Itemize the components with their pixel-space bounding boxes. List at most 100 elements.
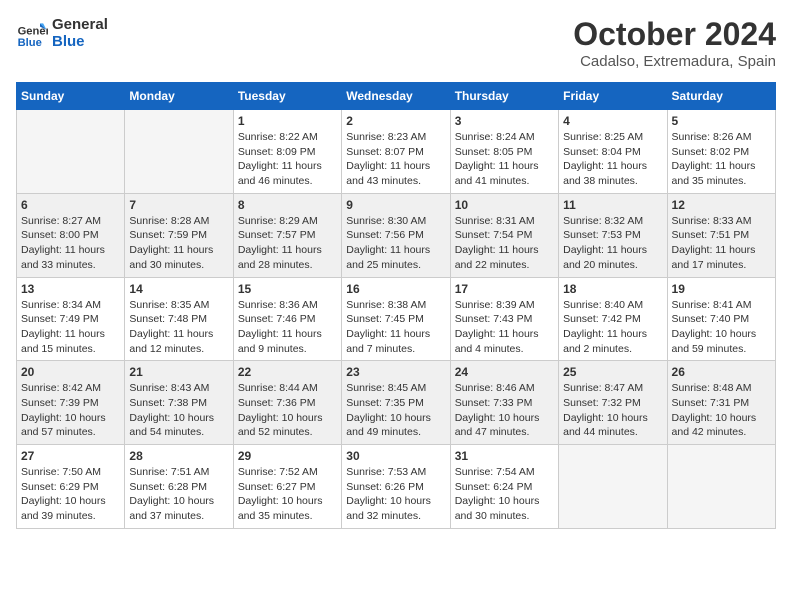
calendar-cell: 6 Sunrise: 8:27 AMSunset: 8:00 PMDaylight… [17, 193, 125, 277]
header-sunday: Sunday [17, 83, 125, 110]
day-number: 9 [346, 198, 445, 212]
day-number: 15 [238, 282, 337, 296]
day-number: 22 [238, 365, 337, 379]
calendar-cell: 18 Sunrise: 8:40 AMSunset: 7:42 PMDayligh… [559, 277, 667, 361]
day-number: 24 [455, 365, 554, 379]
day-info: Sunrise: 8:30 AMSunset: 7:56 PMDaylight:… [346, 214, 445, 273]
calendar-cell: 17 Sunrise: 8:39 AMSunset: 7:43 PMDayligh… [450, 277, 558, 361]
day-info: Sunrise: 8:28 AMSunset: 7:59 PMDaylight:… [129, 214, 228, 273]
location: Cadalso, Extremadura, Spain [573, 53, 776, 70]
calendar-cell [559, 445, 667, 529]
calendar-cell: 1 Sunrise: 8:22 AMSunset: 8:09 PMDaylight… [233, 110, 341, 194]
calendar-cell: 27Sunrise: 7:50 AMSunset: 6:29 PMDayligh… [17, 445, 125, 529]
day-info: Sunrise: 8:35 AMSunset: 7:48 PMDaylight:… [129, 298, 228, 357]
calendar-cell: 31 Sunrise: 7:54 AMSunset: 6:24 PMDayligh… [450, 445, 558, 529]
calendar-cell: 28Sunrise: 7:51 AMSunset: 6:28 PMDayligh… [125, 445, 233, 529]
calendar-cell: 21 Sunrise: 8:43 AMSunset: 7:38 PMDayligh… [125, 361, 233, 445]
calendar-cell: 20Sunrise: 8:42 AMSunset: 7:39 PMDayligh… [17, 361, 125, 445]
day-info: Sunrise: 8:31 AMSunset: 7:54 PMDaylight:… [455, 214, 554, 273]
day-info: Sunrise: 8:38 AMSunset: 7:45 PMDaylight:… [346, 298, 445, 357]
day-info: Sunrise: 8:46 AMSunset: 7:33 PMDaylight:… [455, 381, 554, 440]
header-monday: Monday [125, 83, 233, 110]
calendar-header-row: SundayMondayTuesdayWednesdayThursdayFrid… [17, 83, 776, 110]
day-number: 1 [238, 114, 337, 128]
logo: General Blue General Blue [16, 16, 108, 50]
day-info: Sunrise: 8:24 AMSunset: 8:05 PMDaylight:… [455, 130, 554, 189]
calendar-cell: 16 Sunrise: 8:38 AMSunset: 7:45 PMDayligh… [342, 277, 450, 361]
calendar-week-row: 20Sunrise: 8:42 AMSunset: 7:39 PMDayligh… [17, 361, 776, 445]
header-saturday: Saturday [667, 83, 775, 110]
calendar-cell: 8 Sunrise: 8:29 AMSunset: 7:57 PMDaylight… [233, 193, 341, 277]
day-number: 3 [455, 114, 554, 128]
day-number: 13 [21, 282, 120, 296]
day-info: Sunrise: 8:32 AMSunset: 7:53 PMDaylight:… [563, 214, 662, 273]
day-number: 21 [129, 365, 228, 379]
day-info: Sunrise: 8:45 AMSunset: 7:35 PMDaylight:… [346, 381, 445, 440]
calendar-cell: 11Sunrise: 8:32 AMSunset: 7:53 PMDayligh… [559, 193, 667, 277]
day-info: Sunrise: 8:36 AMSunset: 7:46 PMDaylight:… [238, 298, 337, 357]
month-title: October 2024 [573, 16, 776, 53]
day-number: 18 [563, 282, 662, 296]
calendar-cell: 22 Sunrise: 8:44 AMSunset: 7:36 PMDayligh… [233, 361, 341, 445]
calendar-week-row: 6 Sunrise: 8:27 AMSunset: 8:00 PMDaylight… [17, 193, 776, 277]
day-info: Sunrise: 8:34 AMSunset: 7:49 PMDaylight:… [21, 298, 120, 357]
day-info: Sunrise: 8:40 AMSunset: 7:42 PMDaylight:… [563, 298, 662, 357]
day-number: 25 [563, 365, 662, 379]
calendar-cell: 13 Sunrise: 8:34 AMSunset: 7:49 PMDayligh… [17, 277, 125, 361]
day-info: Sunrise: 8:22 AMSunset: 8:09 PMDaylight:… [238, 130, 337, 189]
day-info: Sunrise: 8:23 AMSunset: 8:07 PMDaylight:… [346, 130, 445, 189]
day-number: 23 [346, 365, 445, 379]
day-number: 5 [672, 114, 771, 128]
day-number: 29 [238, 449, 337, 463]
calendar-cell: 5 Sunrise: 8:26 AMSunset: 8:02 PMDaylight… [667, 110, 775, 194]
day-info: Sunrise: 8:39 AMSunset: 7:43 PMDaylight:… [455, 298, 554, 357]
day-number: 17 [455, 282, 554, 296]
day-number: 6 [21, 198, 120, 212]
day-number: 16 [346, 282, 445, 296]
calendar-week-row: 27Sunrise: 7:50 AMSunset: 6:29 PMDayligh… [17, 445, 776, 529]
day-number: 14 [129, 282, 228, 296]
calendar-cell: 25 Sunrise: 8:47 AMSunset: 7:32 PMDayligh… [559, 361, 667, 445]
calendar-week-row: 13 Sunrise: 8:34 AMSunset: 7:49 PMDayligh… [17, 277, 776, 361]
day-info: Sunrise: 7:54 AMSunset: 6:24 PMDaylight:… [455, 465, 554, 524]
header-tuesday: Tuesday [233, 83, 341, 110]
calendar-cell [17, 110, 125, 194]
logo-general: General [52, 16, 108, 33]
day-number: 31 [455, 449, 554, 463]
day-info: Sunrise: 8:43 AMSunset: 7:38 PMDaylight:… [129, 381, 228, 440]
calendar-cell: 9 Sunrise: 8:30 AMSunset: 7:56 PMDaylight… [342, 193, 450, 277]
calendar-cell: 10Sunrise: 8:31 AMSunset: 7:54 PMDayligh… [450, 193, 558, 277]
calendar-cell [667, 445, 775, 529]
day-info: Sunrise: 8:42 AMSunset: 7:39 PMDaylight:… [21, 381, 120, 440]
day-number: 7 [129, 198, 228, 212]
day-number: 8 [238, 198, 337, 212]
calendar-cell: 14 Sunrise: 8:35 AMSunset: 7:48 PMDayligh… [125, 277, 233, 361]
day-info: Sunrise: 8:27 AMSunset: 8:00 PMDaylight:… [21, 214, 120, 273]
calendar-cell: 29 Sunrise: 7:52 AMSunset: 6:27 PMDayligh… [233, 445, 341, 529]
day-number: 27 [21, 449, 120, 463]
calendar-cell: 23 Sunrise: 8:45 AMSunset: 7:35 PMDayligh… [342, 361, 450, 445]
day-info: Sunrise: 7:53 AMSunset: 6:26 PMDaylight:… [346, 465, 445, 524]
calendar-week-row: 1 Sunrise: 8:22 AMSunset: 8:09 PMDaylight… [17, 110, 776, 194]
calendar-cell: 15 Sunrise: 8:36 AMSunset: 7:46 PMDayligh… [233, 277, 341, 361]
logo-blue: Blue [52, 33, 108, 50]
header-friday: Friday [559, 83, 667, 110]
day-info: Sunrise: 7:52 AMSunset: 6:27 PMDaylight:… [238, 465, 337, 524]
header-wednesday: Wednesday [342, 83, 450, 110]
day-info: Sunrise: 8:48 AMSunset: 7:31 PMDaylight:… [672, 381, 771, 440]
svg-text:Blue: Blue [18, 37, 42, 49]
calendar-cell: 7 Sunrise: 8:28 AMSunset: 7:59 PMDaylight… [125, 193, 233, 277]
day-number: 28 [129, 449, 228, 463]
calendar-cell: 3 Sunrise: 8:24 AMSunset: 8:05 PMDaylight… [450, 110, 558, 194]
day-info: Sunrise: 8:44 AMSunset: 7:36 PMDaylight:… [238, 381, 337, 440]
day-info: Sunrise: 8:47 AMSunset: 7:32 PMDaylight:… [563, 381, 662, 440]
day-info: Sunrise: 8:26 AMSunset: 8:02 PMDaylight:… [672, 130, 771, 189]
logo-icon: General Blue [16, 17, 48, 49]
header-thursday: Thursday [450, 83, 558, 110]
calendar-cell: 30Sunrise: 7:53 AMSunset: 6:26 PMDayligh… [342, 445, 450, 529]
day-info: Sunrise: 8:29 AMSunset: 7:57 PMDaylight:… [238, 214, 337, 273]
day-number: 26 [672, 365, 771, 379]
page-header: General Blue General Blue October 2024 C… [16, 16, 776, 70]
calendar-table: SundayMondayTuesdayWednesdayThursdayFrid… [16, 82, 776, 529]
day-info: Sunrise: 8:33 AMSunset: 7:51 PMDaylight:… [672, 214, 771, 273]
